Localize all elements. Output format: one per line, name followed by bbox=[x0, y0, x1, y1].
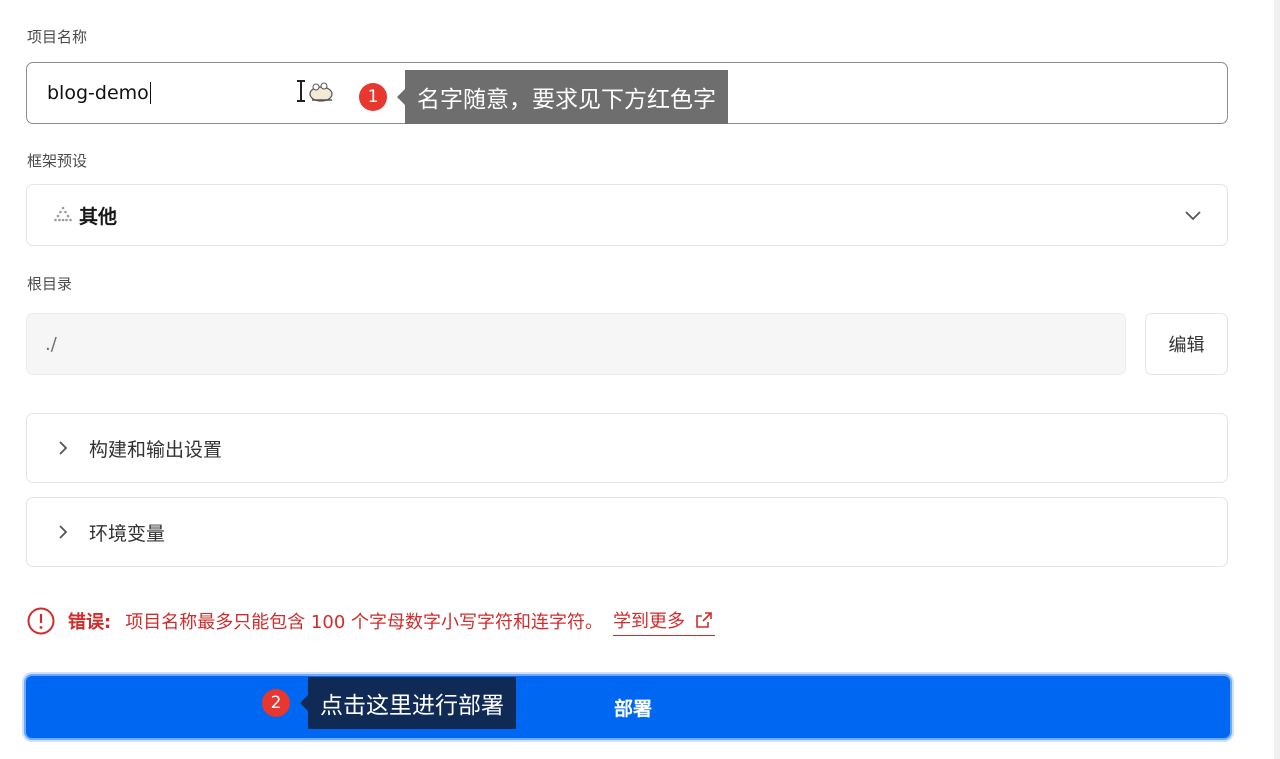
tooltip-arrow bbox=[397, 89, 405, 105]
root-dir-input[interactable]: ./ bbox=[26, 313, 1126, 375]
tooltip-text-2: 点击这里进行部署 bbox=[308, 677, 516, 729]
step-badge-1: 1 bbox=[359, 83, 387, 111]
learn-more-link[interactable]: 学到更多 bbox=[613, 607, 716, 636]
text-caret bbox=[149, 82, 152, 104]
error-message: 错误: 项目名称最多只能包含 100 个字母数字小写字符和连字符。 学到更多 bbox=[26, 603, 716, 639]
env-vars-label: 环境变量 bbox=[89, 522, 166, 545]
framework-label: 框架预设 bbox=[27, 152, 88, 170]
root-dir-value: ./ bbox=[45, 333, 57, 355]
project-name-label: 项目名称 bbox=[27, 28, 88, 46]
text-cursor-icon bbox=[297, 80, 333, 102]
tooltip-step-2: 2 点击这里进行部署 bbox=[262, 677, 516, 729]
error-label: 错误: bbox=[68, 612, 112, 633]
tooltip-arrow bbox=[300, 695, 308, 711]
edit-button[interactable]: 编辑 bbox=[1145, 313, 1228, 375]
deploy-button[interactable]: 部署 bbox=[24, 674, 1232, 740]
triangle-dots-icon bbox=[54, 206, 72, 222]
build-settings-accordion[interactable]: 构建和输出设置 bbox=[26, 413, 1228, 483]
chevron-right-icon bbox=[53, 522, 89, 542]
scrollbar-track[interactable] bbox=[1274, 0, 1280, 759]
chevron-right-icon bbox=[53, 438, 89, 458]
build-settings-label: 构建和输出设置 bbox=[89, 438, 223, 461]
framework-value: 其他 bbox=[79, 205, 118, 228]
tooltip-step-1: 1 名字随意，要求见下方红色字 bbox=[359, 70, 728, 124]
external-link-icon bbox=[696, 611, 712, 628]
deploy-label: 部署 bbox=[613, 697, 652, 720]
root-dir-label: 根目录 bbox=[27, 275, 73, 293]
project-name-value: blog-demo bbox=[47, 82, 149, 104]
alert-circle-icon bbox=[27, 607, 55, 635]
env-vars-accordion[interactable]: 环境变量 bbox=[26, 497, 1228, 567]
chevron-down-icon bbox=[1185, 211, 1201, 221]
tooltip-text-1: 名字随意，要求见下方红色字 bbox=[405, 70, 728, 124]
framework-select[interactable]: 其他 bbox=[26, 184, 1228, 246]
step-badge-2: 2 bbox=[262, 689, 290, 717]
error-text: 项目名称最多只能包含 100 个字母数字小写字符和连字符。 bbox=[125, 612, 604, 633]
learn-more-label: 学到更多 bbox=[613, 610, 686, 632]
